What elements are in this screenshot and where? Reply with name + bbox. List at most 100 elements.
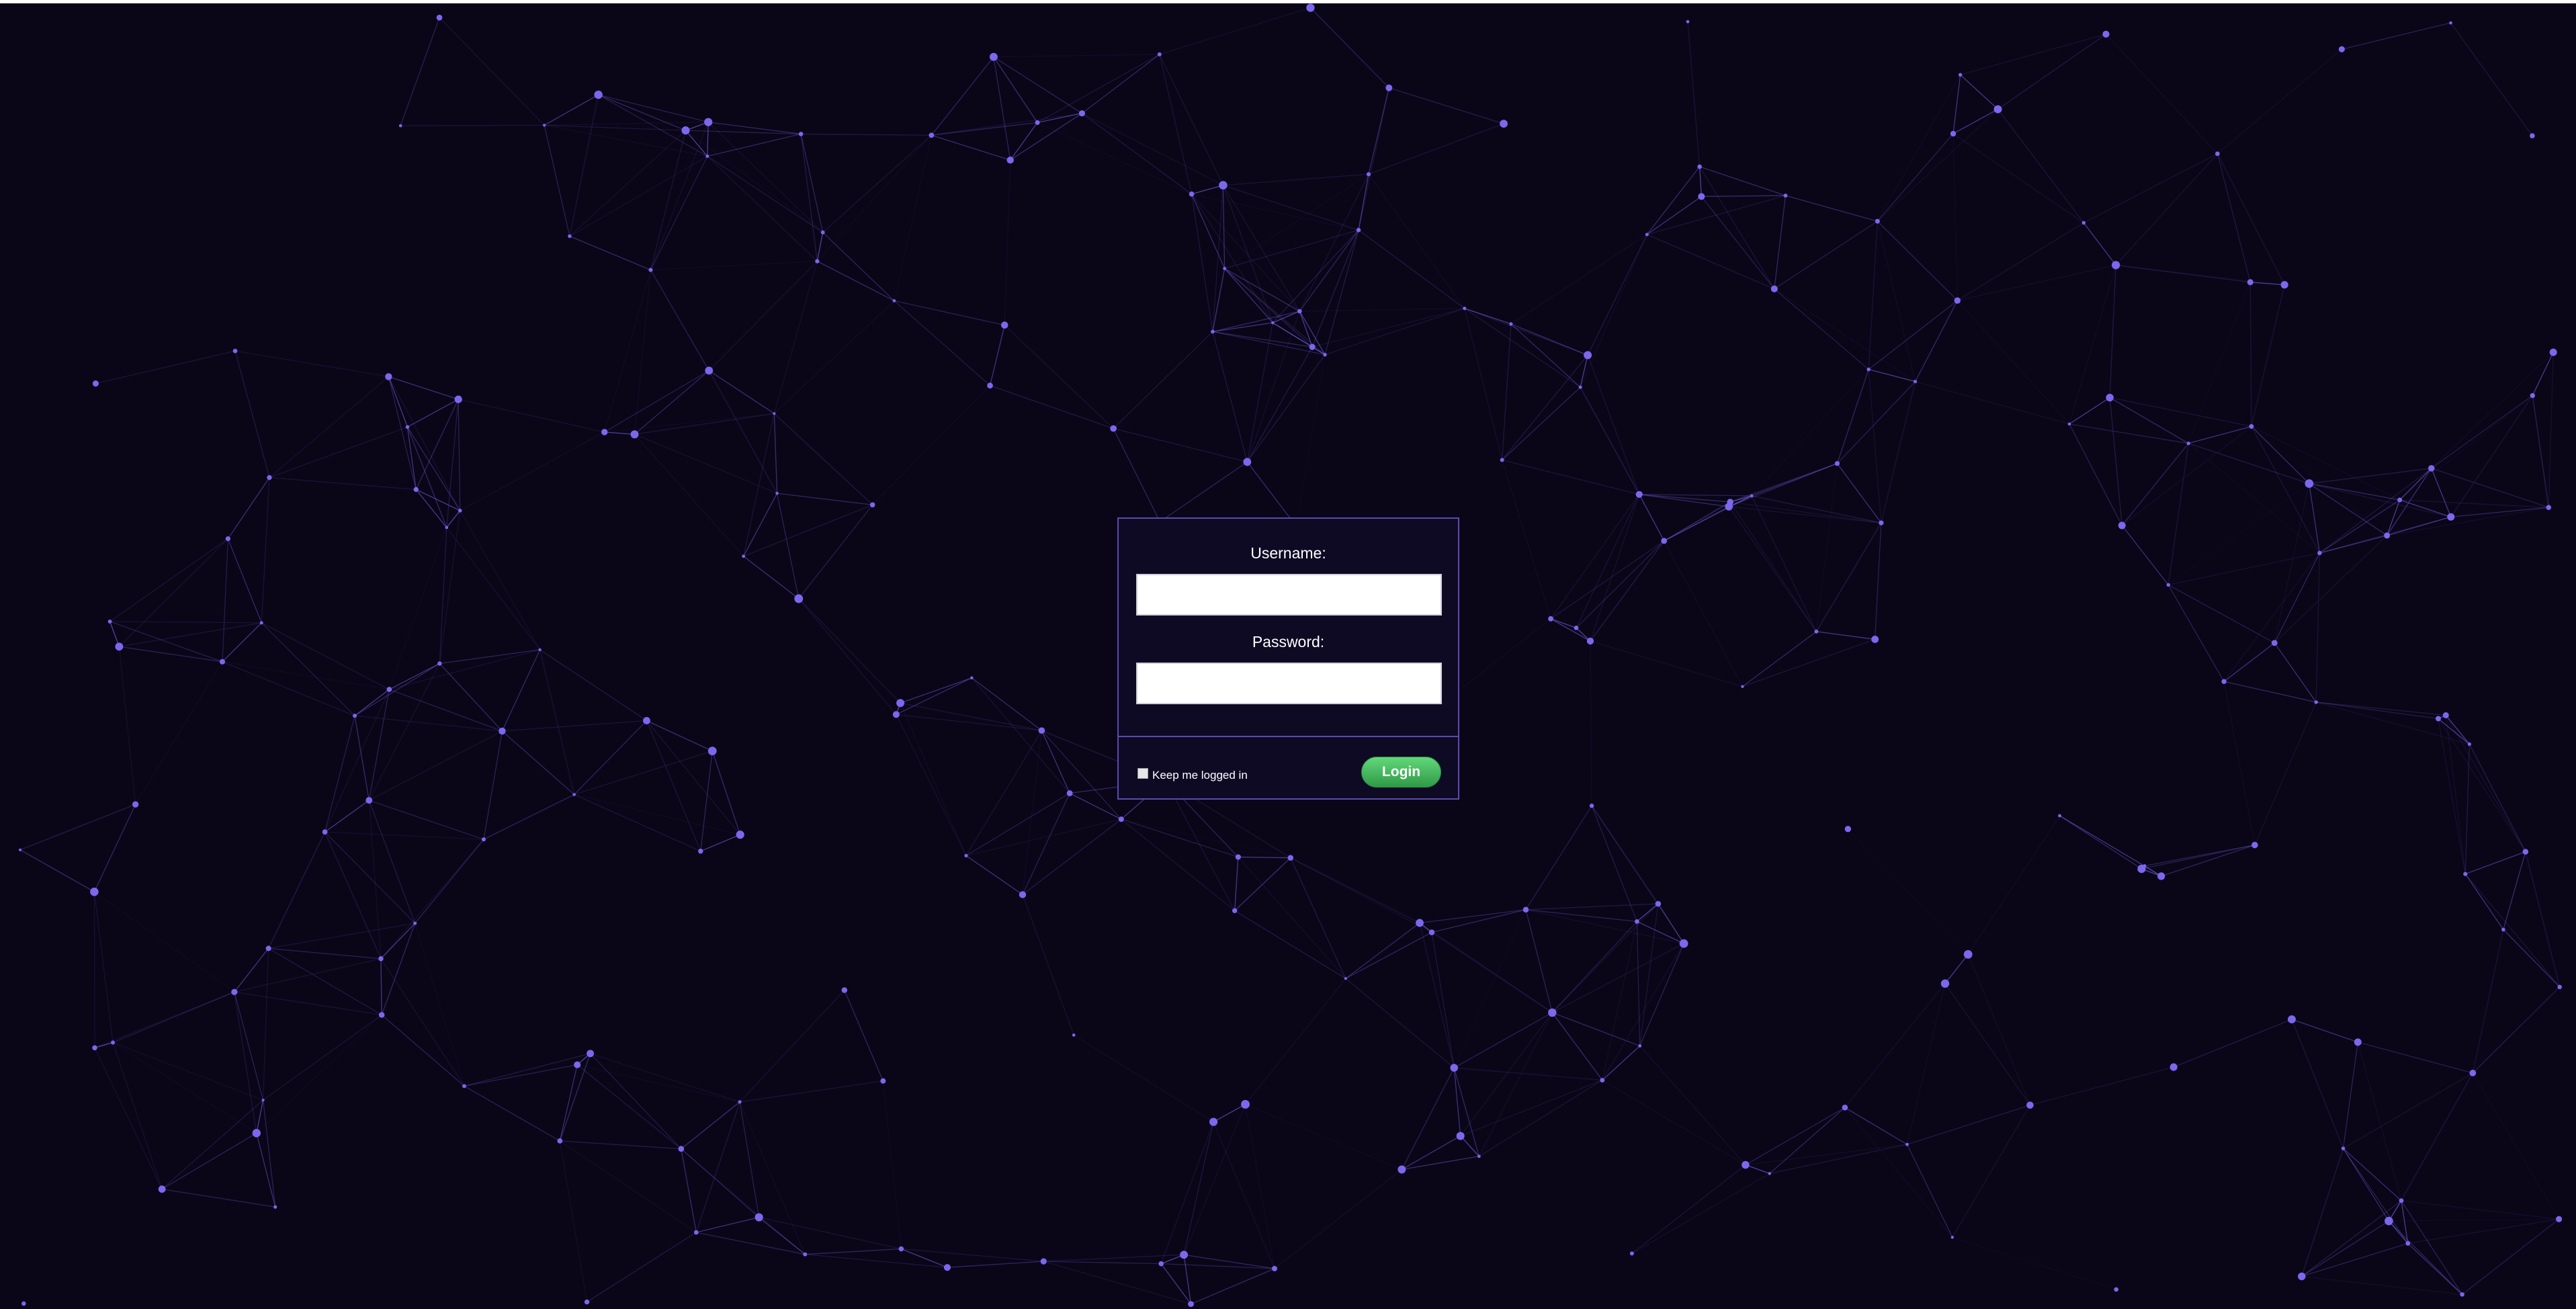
network-line [2251,284,2285,427]
network-line [2301,1275,2462,1295]
network-node [572,793,576,796]
network-node [2221,679,2227,684]
network-node [1750,494,1754,498]
network-line [816,232,824,261]
network-line [2399,499,2549,508]
network-line [559,1140,588,1302]
network-line [1957,222,2084,301]
network-node [1866,367,1871,372]
network-line [325,831,484,840]
network-node [1287,855,1294,861]
network-line [268,947,382,960]
login-form-area: Username: Password: [1119,519,1458,737]
network-node [19,848,22,851]
network-line [269,376,389,478]
network-node [2460,1292,2464,1297]
network-line [464,1064,578,1087]
network-node [820,230,825,235]
network-line [1183,1104,1246,1255]
network-node [1463,306,1467,310]
network-line [882,1081,902,1249]
network-line [2251,426,2388,536]
network-line [634,433,744,557]
network-line [1664,540,1744,687]
network-line [574,794,740,835]
network-line [1312,308,1465,347]
network-line [646,720,701,851]
network-line [1742,631,1817,687]
network-line [222,661,355,716]
network-line [1238,856,1346,979]
network-node [1635,491,1643,498]
network-line [696,1232,806,1255]
network-line [2069,423,2189,444]
network-node [1385,84,1393,91]
network-line [1464,308,1581,388]
network-node [1006,156,1014,164]
network-line [2309,483,2400,501]
password-input[interactable] [1136,663,1442,704]
network-line [161,1099,264,1190]
network-line [439,527,447,664]
network-node [1500,458,1504,462]
network-node [1655,900,1662,907]
network-node [964,853,968,857]
network-line [700,834,740,852]
network-node [90,887,99,896]
keep-logged-in-checkbox[interactable] [1137,768,1148,779]
network-line [577,1064,740,1103]
network-line [574,751,713,796]
network-line [407,398,459,428]
network-node [643,717,650,724]
network-line [234,991,382,1016]
network-node [1844,826,1852,833]
network-line [1836,381,1916,464]
network-line [1510,323,1581,388]
network-node [574,1061,581,1068]
network-line [1881,381,1916,523]
network-line [2401,1200,2463,1295]
network-line [2223,681,2317,703]
network-node [2118,521,2126,530]
network-line [700,751,713,851]
network-line [2188,443,2320,554]
network-node [803,1252,808,1257]
network-line [2343,1148,2402,1201]
login-button[interactable]: Login [1361,757,1441,788]
network-node [1914,380,1918,384]
network-line [1944,954,1969,984]
network-node [2102,30,2110,38]
network-line [1224,267,1300,312]
network-line [2388,1220,2463,1295]
network-node [1019,891,1027,898]
network-line [559,1064,578,1142]
network-line [1453,909,1527,1068]
network-node [1574,626,1579,630]
network-line [501,730,575,795]
network-line [2309,483,2451,517]
network-line [2315,552,2321,702]
network-node [1271,1265,1277,1271]
network-node [1040,1258,1047,1265]
network-node [2341,1146,2346,1150]
username-input[interactable] [1136,574,1442,616]
network-node [1297,308,1302,314]
network-line [381,923,416,1015]
network-line [2445,715,2466,874]
network-node [557,1138,563,1144]
network-line [544,125,570,237]
network-line [2450,395,2533,517]
network-line [1631,1165,1746,1254]
network-line [1646,196,1702,235]
network-line [1501,324,1512,460]
network-line [1037,122,1192,195]
keep-logged-in-row[interactable]: Keep me logged in [1137,763,1248,784]
network-node [1548,616,1553,622]
network-line [560,1140,681,1150]
network-line [1160,1122,1214,1264]
network-line [1952,1236,2116,1290]
network-node [1834,461,1840,466]
network-node [1416,919,1424,927]
network-line [1587,355,1640,495]
network-line [822,232,895,302]
